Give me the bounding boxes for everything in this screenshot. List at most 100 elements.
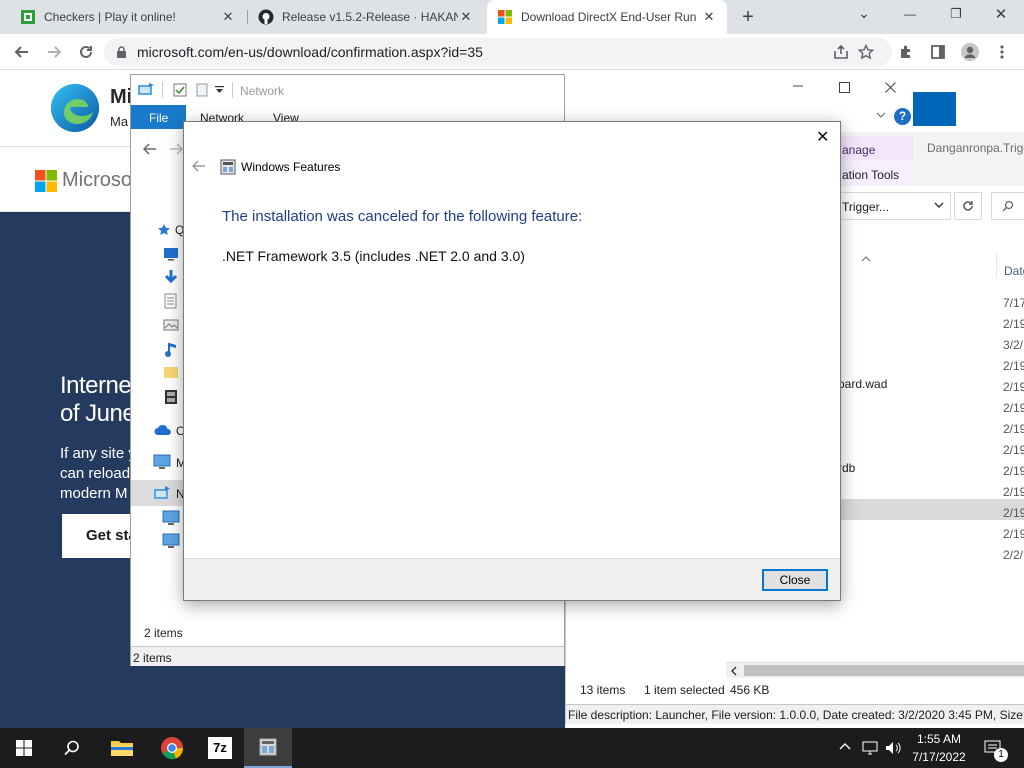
close-button[interactable]: Close: [762, 569, 828, 591]
file-tab[interactable]: File: [131, 105, 186, 129]
start-windows-icon[interactable]: [0, 728, 48, 768]
lock-icon[interactable]: [116, 45, 127, 59]
desktop-icon[interactable]: [163, 247, 179, 261]
help-icon[interactable]: ?: [894, 108, 911, 125]
new-folder-icon[interactable]: [196, 83, 208, 97]
address-text: Trigger...: [842, 200, 889, 214]
dropdown-chevron-icon: [934, 201, 944, 209]
back-arrow-icon[interactable]: [192, 160, 206, 172]
scrollbar-thumb[interactable]: [744, 665, 1024, 676]
hero-body-line-3: modern M: [60, 485, 128, 502]
header-brand-text: Mi: [110, 86, 133, 108]
network-icon[interactable]: [153, 485, 171, 501]
scroll-left-arrow-icon[interactable]: [730, 666, 737, 676]
chrome-menu-icon[interactable]: [992, 42, 1012, 62]
explorer-minimize-button[interactable]: [792, 80, 810, 92]
header-subtitle: Ma: [110, 114, 129, 129]
tab-close-icon[interactable]: ✕: [220, 9, 236, 25]
ribbon-expand-chevron-icon[interactable]: [876, 112, 886, 119]
file-description-bar: File description: Launcher, File version…: [566, 704, 1024, 724]
onedrive-cloud-icon[interactable]: [154, 424, 172, 436]
manage-tab[interactable]: anage: [838, 136, 913, 160]
status-item-count: 13 items: [580, 683, 626, 697]
tab-close-icon[interactable]: ✕: [701, 9, 717, 25]
minimize-button[interactable]: —: [898, 7, 922, 21]
application-tools-tab[interactable]: ation Tools: [838, 160, 913, 186]
folder-icon[interactable]: [163, 365, 179, 379]
windows-features-icon: [220, 159, 236, 175]
videos-film-icon[interactable]: [164, 389, 178, 405]
search-icon[interactable]: [48, 728, 96, 768]
restore-button[interactable]: ❐: [944, 6, 968, 22]
tab-github-release[interactable]: Release v1.5.2-Release · HAKANK ✕: [248, 0, 484, 34]
reload-icon[interactable]: [76, 42, 96, 62]
qat-separator: [162, 82, 163, 98]
file-name[interactable]: oard.wad: [838, 377, 887, 391]
file-explorer-icon[interactable]: [98, 728, 146, 768]
status-bar: 2 items: [131, 646, 564, 666]
forward-arrow-icon[interactable]: [169, 143, 183, 155]
tab-directx-download[interactable]: Download DirectX End-User Run ✕: [487, 0, 727, 34]
file-date-column: 7/17 2/19 3/2/ 2/19 2/19 2/19 2/19 2/19 …: [1003, 296, 1024, 562]
tab-title: Release v1.5.2-Release · HAKANK: [282, 10, 458, 24]
feature-name: .NET Framework 3.5 (includes .NET 2.0 an…: [222, 248, 525, 264]
volume-icon[interactable]: [885, 740, 903, 756]
dialog-close-x-icon[interactable]: ✕: [816, 127, 829, 147]
hero-body-line-1: If any site y: [60, 445, 136, 462]
profile-avatar-icon[interactable]: [960, 42, 980, 62]
clock-date[interactable]: 7/17/2022: [909, 750, 969, 764]
address-dropdown[interactable]: Trigger...: [838, 192, 951, 220]
computer-icon[interactable]: [162, 533, 180, 549]
tab-search-chevron-icon[interactable]: ⌄: [852, 5, 876, 22]
explorer-close-button[interactable]: [885, 82, 896, 93]
window-title: Network: [240, 84, 285, 98]
microsoft-logo-icon[interactable]: [35, 170, 57, 192]
extensions-puzzle-icon[interactable]: [896, 42, 916, 62]
edge-logo-icon: [50, 83, 100, 133]
horizontal-scrollbar[interactable]: [726, 662, 1024, 678]
address-bar[interactable]: microsoft.com/en-us/download/confirmatio…: [104, 38, 892, 66]
status-items: 2 items: [144, 626, 183, 640]
notification-badge: 1: [994, 748, 1008, 762]
tab-title: Download DirectX End-User Run: [521, 10, 697, 24]
back-arrow-icon[interactable]: [143, 143, 157, 155]
window-close-button[interactable]: ✕: [989, 5, 1013, 23]
7zip-label: 7z: [208, 737, 232, 759]
clock-time[interactable]: 1:55 AM: [909, 732, 969, 746]
7zip-icon[interactable]: 7z: [196, 728, 244, 768]
explorer-maximize-button[interactable]: [839, 82, 850, 93]
bookmark-star-icon[interactable]: [856, 42, 876, 62]
date-column-header[interactable]: Date: [996, 252, 1024, 278]
search-icon[interactable]: [991, 192, 1024, 220]
tray-chevron-up-icon[interactable]: [839, 742, 851, 750]
properties-check-icon[interactable]: [173, 83, 187, 97]
status-size: 456 KB: [730, 683, 770, 697]
network-tray-icon[interactable]: [862, 740, 878, 756]
hero-body-line-2: can reload: [60, 465, 131, 482]
music-note-icon[interactable]: [164, 341, 178, 357]
refresh-icon[interactable]: [954, 192, 982, 220]
forward-arrow-icon[interactable]: [44, 42, 64, 62]
downloads-arrow-icon[interactable]: [163, 269, 179, 285]
back-arrow-icon[interactable]: [12, 42, 32, 62]
new-tab-button[interactable]: +: [736, 6, 760, 28]
dialog-title: Windows Features: [241, 160, 341, 174]
taskbar: 7z 1:55 AM 7/17/2022 1: [0, 728, 1024, 768]
hero-title-line-2: of June: [60, 400, 136, 427]
pictures-icon[interactable]: [163, 319, 179, 331]
customize-qat-icon[interactable]: [215, 86, 224, 94]
share-icon[interactable]: [831, 42, 851, 62]
documents-icon[interactable]: [164, 293, 177, 309]
tab-close-icon[interactable]: ✕: [458, 9, 474, 25]
quick-access-star-icon[interactable]: [157, 223, 171, 237]
this-pc-icon[interactable]: [153, 454, 171, 470]
chrome-icon[interactable]: [148, 728, 196, 768]
windows-features-dialog: Windows Features ✕ The installation was …: [183, 121, 841, 601]
sort-chevron-icon[interactable]: [861, 256, 871, 262]
side-panel-icon[interactable]: [928, 42, 948, 62]
tab-checkers[interactable]: Checkers | Play it online! ✕: [10, 0, 246, 34]
url-text: microsoft.com/en-us/download/confirmatio…: [137, 44, 483, 60]
computer-icon[interactable]: [162, 510, 180, 526]
header-blue-button[interactable]: [913, 92, 956, 126]
windows-features-taskbar-icon[interactable]: [244, 728, 292, 768]
